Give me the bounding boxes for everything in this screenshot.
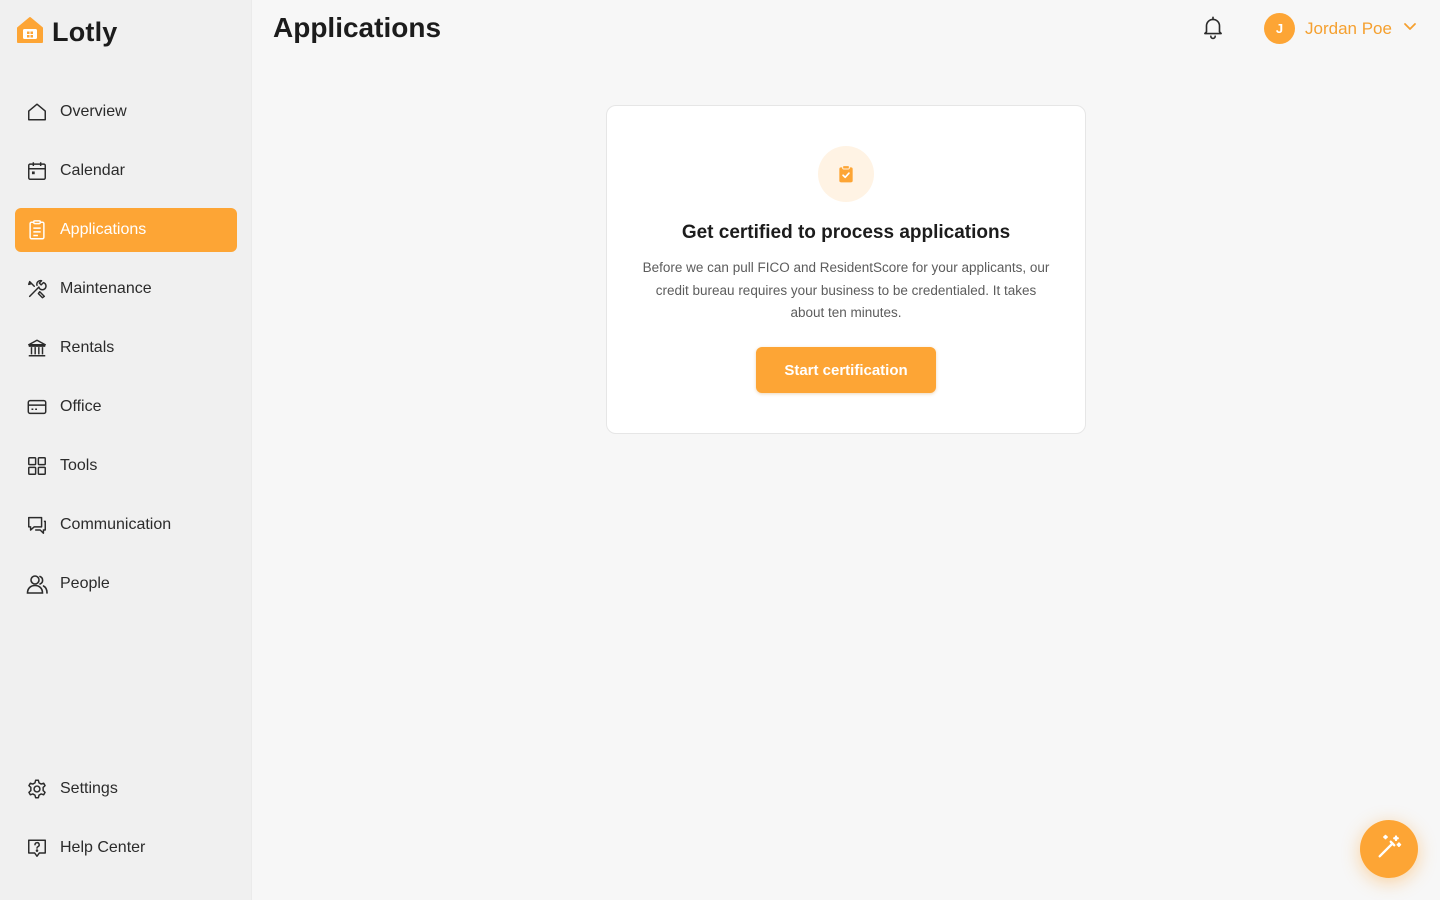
user-menu[interactable]: J Jordan Poe (1264, 13, 1418, 44)
sidebar-item-help-center[interactable]: Help Center (15, 826, 237, 870)
app-name: Lotly (52, 17, 118, 47)
magic-wand-button[interactable] (1360, 820, 1418, 878)
sidebar-item-label: Maintenance (60, 280, 152, 297)
certification-card: Get certified to process applications Be… (606, 105, 1086, 434)
clipboard-check-icon (818, 146, 874, 202)
sidebar-item-communication[interactable]: Communication (15, 503, 237, 547)
sidebar: Lotly Overview Calendar Applications Mai… (0, 0, 252, 900)
bank-icon (25, 336, 49, 360)
sidebar-item-label: Overview (60, 103, 127, 120)
sidebar-item-label: Communication (60, 516, 172, 533)
card-description: Before we can pull FICO and ResidentScor… (642, 260, 1050, 320)
house-logo-icon (14, 14, 46, 51)
page-title: Applications (273, 12, 442, 43)
sidebar-item-calendar[interactable]: Calendar (15, 149, 237, 193)
clipboard-icon (25, 218, 49, 242)
sidebar-nav: Overview Calendar Applications Maintenan… (15, 90, 237, 621)
sidebar-item-label: Tools (60, 457, 98, 474)
notifications-bell-icon[interactable] (1200, 14, 1226, 40)
sidebar-item-applications[interactable]: Applications (15, 208, 237, 252)
sidebar-item-settings[interactable]: Settings (15, 767, 237, 811)
users-icon (25, 572, 49, 596)
magic-wand-icon (1375, 833, 1403, 866)
sidebar-item-label: Help Center (60, 839, 146, 856)
sidebar-item-maintenance[interactable]: Maintenance (15, 267, 237, 311)
chevron-down-icon (1402, 18, 1418, 39)
home-icon (25, 100, 49, 124)
sidebar-item-label: People (60, 575, 110, 592)
logo[interactable]: Lotly (14, 14, 118, 51)
sidebar-item-label: Rentals (60, 339, 115, 356)
sidebar-item-people[interactable]: People (15, 562, 237, 606)
sidebar-bottom-nav: Settings Help Center (15, 767, 237, 885)
sidebar-item-tools[interactable]: Tools (15, 444, 237, 488)
gear-icon (25, 777, 49, 801)
user-name: Jordan Poe (1305, 18, 1392, 38)
avatar: J (1264, 13, 1295, 44)
start-certification-button[interactable]: Start certification (756, 347, 936, 393)
sidebar-item-label: Applications (60, 221, 147, 238)
calendar-icon (25, 159, 49, 183)
sidebar-item-rentals[interactable]: Rentals (15, 326, 237, 370)
chat-icon (25, 513, 49, 537)
tools-icon (25, 277, 49, 301)
help-icon (25, 836, 49, 860)
sidebar-item-label: Office (60, 398, 102, 415)
grid-icon (25, 454, 49, 478)
sidebar-item-overview[interactable]: Overview (15, 90, 237, 134)
card-title: Get certified to process applications (681, 222, 1011, 243)
sidebar-item-label: Calendar (60, 162, 125, 179)
sidebar-item-label: Settings (60, 780, 118, 797)
sidebar-item-office[interactable]: Office (15, 385, 237, 429)
wallet-icon (25, 395, 49, 419)
